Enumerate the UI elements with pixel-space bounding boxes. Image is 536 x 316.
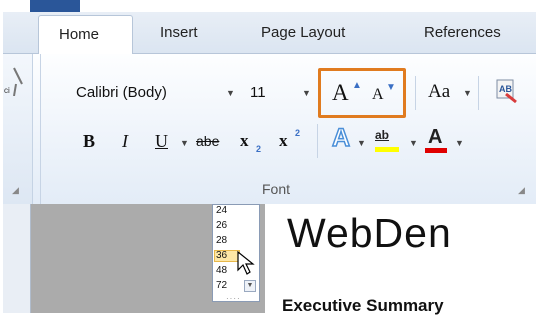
tab-page-layout[interactable]: Page Layout <box>261 12 345 54</box>
separator <box>415 76 416 110</box>
highlight-color-swatch <box>375 147 399 152</box>
clear-formatting-icon[interactable]: AB <box>492 78 520 104</box>
vertical-ruler <box>3 204 31 313</box>
superscript-button[interactable]: x <box>279 131 288 151</box>
font-color-dropdown-icon[interactable]: ▼ <box>455 138 464 148</box>
shrink-arrow-icon: ▼ <box>386 82 396 93</box>
clipboard-launcher-icon[interactable]: ◢ <box>12 185 19 196</box>
size-option-72[interactable]: 72 <box>216 280 227 291</box>
font-size-dropdown-icon[interactable]: ▼ <box>302 88 311 98</box>
grow-arrow-icon: ▲ <box>352 80 362 91</box>
subscript-mark: 2 <box>256 144 262 154</box>
file-tab-edge[interactable] <box>30 0 80 12</box>
scissors-icon[interactable] <box>10 66 30 96</box>
size-option-36[interactable]: 36 <box>216 250 227 261</box>
underline-button[interactable]: U <box>155 131 168 152</box>
superscript-mark: 2 <box>295 128 301 138</box>
scroll-down-icon[interactable]: ▼ <box>244 280 256 292</box>
highlight-dropdown-icon[interactable]: ▼ <box>409 138 418 148</box>
font-color-swatch <box>425 148 447 153</box>
size-option-48[interactable]: 48 <box>216 265 227 276</box>
shrink-font-button[interactable]: A <box>372 86 384 104</box>
mouse-pointer-icon <box>237 250 255 275</box>
underline-dropdown-icon[interactable]: ▼ <box>180 138 189 148</box>
size-option-28[interactable]: 28 <box>216 235 227 246</box>
font-name-value: Calibri (Body) <box>76 84 167 101</box>
tab-home[interactable]: Home <box>38 15 133 55</box>
separator <box>478 76 479 110</box>
svg-text:AB: AB <box>499 84 512 94</box>
window-top-edge <box>0 0 536 12</box>
document-title: WebDen <box>287 210 452 256</box>
document-heading: Executive Summary <box>282 296 444 315</box>
tab-insert[interactable]: Insert <box>160 12 198 54</box>
highlight-button[interactable]: ab <box>375 128 389 142</box>
tab-references[interactable]: References <box>424 12 501 54</box>
italic-button[interactable]: I <box>122 131 128 152</box>
font-dialog-launcher-icon[interactable]: ◢ <box>518 185 525 196</box>
text-effects-button[interactable]: A <box>331 123 351 153</box>
bold-button[interactable]: B <box>83 131 95 152</box>
font-group-label: Font <box>262 181 291 197</box>
group-divider <box>40 54 41 204</box>
separator <box>317 124 318 158</box>
resize-grip-icon[interactable]: ···· <box>226 294 241 303</box>
subscript-button[interactable]: x <box>240 131 249 151</box>
grow-font-button[interactable]: A <box>332 80 349 106</box>
size-option-26[interactable]: 26 <box>216 220 227 231</box>
size-option-24[interactable]: 24 <box>216 205 227 216</box>
change-case-button[interactable]: Aa <box>428 81 450 103</box>
font-color-button[interactable]: A <box>428 126 442 149</box>
font-size-value[interactable]: 11 <box>250 84 266 101</box>
font-name-dropdown-icon[interactable]: ▼ <box>226 88 235 98</box>
ribbon-tab-row: Home Insert Page Layout References <box>3 12 536 55</box>
strikethrough-button[interactable]: abe <box>196 133 219 149</box>
cut-label: ci <box>4 86 10 95</box>
change-case-dropdown-icon[interactable]: ▼ <box>463 88 472 98</box>
text-effects-dropdown-icon[interactable]: ▼ <box>357 138 366 148</box>
